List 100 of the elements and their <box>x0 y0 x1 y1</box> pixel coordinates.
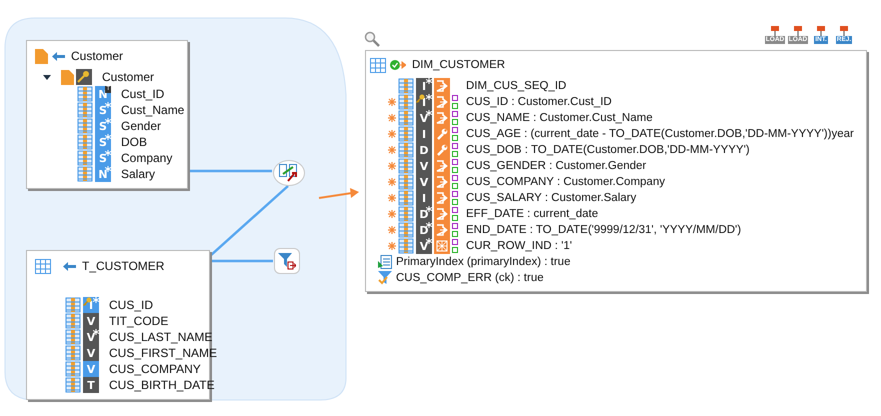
output-mapping-icon <box>434 78 450 94</box>
type-letter: S <box>99 104 107 116</box>
table-column-icon <box>77 102 93 118</box>
asterisk-icon <box>93 329 99 335</box>
asterisk-icon <box>105 102 111 108</box>
asterisk-icon <box>426 206 432 212</box>
check-arrow-icon <box>390 59 406 71</box>
table-icon <box>35 258 51 274</box>
column-mapping[interactable]: CUS_DOB : TO_DATE(Customer.DOB,'DD-MM-YYYY') <box>466 144 750 156</box>
node-title: T_CUSTOMER <box>82 259 164 273</box>
column-name[interactable]: Cust_ID <box>121 87 164 101</box>
type-letter: V <box>86 364 96 374</box>
type-letter: N <box>98 168 108 180</box>
type-letter: S <box>99 136 107 148</box>
column-mapping[interactable]: CUS_AGE : (current_date - TO_DATE(Customer.DOB,'DD-MM-YYYY'))year <box>466 128 854 140</box>
tree-node-label[interactable]: Customer <box>102 70 154 84</box>
constraint-label[interactable]: PrimaryIndex (primaryIndex) : true <box>396 256 570 268</box>
column-mapping[interactable]: CUS_ID : Customer.Cust_ID <box>466 96 612 108</box>
table-column-icon <box>398 190 414 206</box>
type-letter: S <box>99 120 107 132</box>
wrench-icon <box>434 126 450 142</box>
type-letter: V <box>420 176 428 188</box>
asterisk-icon <box>426 222 432 228</box>
table-column-icon <box>398 222 414 238</box>
asterisk-icon <box>93 297 99 303</box>
table-column-icon <box>398 206 414 222</box>
document-icon <box>35 48 48 64</box>
table-column-icon <box>77 166 93 182</box>
filter-icon[interactable] <box>274 248 300 274</box>
table-column-icon <box>398 158 414 174</box>
key-icon <box>76 69 92 85</box>
table-column-icon <box>77 134 93 150</box>
column-mapping[interactable]: CUS_GENDER : Customer.Gender <box>466 160 646 172</box>
document-icon <box>61 70 74 84</box>
table-column-icon <box>77 118 93 134</box>
table-column-icon <box>65 297 81 313</box>
type-letter: I <box>422 96 426 108</box>
type-letter: V <box>86 332 96 342</box>
type-letter: V <box>420 240 428 252</box>
arrow-left-icon <box>63 262 76 270</box>
column-name[interactable]: CUS_LAST_NAME <box>109 330 212 344</box>
connector-line <box>210 260 273 262</box>
column-name[interactable]: Salary <box>121 167 156 181</box>
table-column-icon <box>398 126 414 142</box>
asterisk-icon <box>426 78 432 84</box>
key-icon <box>416 94 425 103</box>
column-mapping[interactable]: DIM_CUS_SEQ_ID <box>466 80 566 92</box>
filter-check-icon <box>378 271 392 285</box>
node-title: DIM_CUSTOMER <box>412 59 506 71</box>
table-column-icon <box>77 86 93 102</box>
type-letter: I <box>422 192 426 204</box>
type-letter: V <box>420 160 428 172</box>
table-column-icon <box>65 329 81 345</box>
column-name[interactable]: CUS_ID <box>109 298 154 312</box>
target-node[interactable] <box>365 50 867 292</box>
asterisk-icon <box>105 118 111 124</box>
asterisk-icon <box>426 94 432 100</box>
key-icon <box>83 297 92 306</box>
column-mapping[interactable]: CUR_ROW_IND : '1' <box>466 240 572 252</box>
asterisk-icon <box>105 150 111 156</box>
table-column-icon <box>398 110 414 126</box>
column-name[interactable]: Cust_Name <box>121 103 184 117</box>
arrow-left-icon <box>52 52 65 60</box>
column-name[interactable]: CUS_BIRTH_DATE <box>109 378 215 392</box>
type-letter: I <box>422 80 426 92</box>
column-name[interactable]: CUS_COMPANY <box>109 362 201 376</box>
column-name[interactable]: CUS_FIRST_NAME <box>109 346 218 360</box>
column-mapping[interactable]: CUS_COMPANY : Customer.Company <box>466 176 665 188</box>
column-mapping[interactable]: CUS_NAME : Customer.Cust_Name <box>466 112 653 124</box>
type-letter: I <box>88 300 94 310</box>
table-icon <box>370 58 386 72</box>
table-column-icon <box>65 377 81 393</box>
output-mapping-icon <box>434 222 450 238</box>
table-column-icon <box>398 174 414 190</box>
caret-icon[interactable] <box>43 73 51 81</box>
column-name[interactable]: TIT_CODE <box>109 314 168 328</box>
column-name[interactable]: DOB <box>121 135 148 149</box>
table-column-icon <box>398 238 414 254</box>
node-title: Customer <box>71 49 124 63</box>
column-mapping[interactable]: EFF_DATE : current_date <box>466 208 598 220</box>
column-name[interactable]: Gender <box>121 119 162 133</box>
type-letter: D <box>419 144 429 156</box>
type-letter: I <box>422 128 426 140</box>
column-mapping[interactable]: END_DATE : TO_DATE('9999/12/31', 'YYYY/MM/DD') <box>466 224 742 236</box>
type-letter: V <box>86 316 96 326</box>
table-column-icon <box>398 94 414 110</box>
index-icon <box>378 255 392 269</box>
type-letter: S <box>99 152 107 164</box>
column-name[interactable]: Company <box>121 151 172 165</box>
type-letter: V <box>420 112 428 124</box>
type-letter: D <box>419 224 429 236</box>
table-column-icon <box>65 345 81 361</box>
asterisk-icon <box>105 166 111 172</box>
type-letter: V <box>86 348 96 358</box>
search-icon[interactable] <box>364 31 380 47</box>
asterisk-icon <box>426 110 432 116</box>
table-column-icon <box>65 361 81 377</box>
constraint-label[interactable]: CUS_COMP_ERR (ck) : true <box>396 272 544 284</box>
asterisk-icon <box>105 134 111 140</box>
column-mapping[interactable]: CUS_SALARY : Customer.Salary <box>466 192 636 204</box>
